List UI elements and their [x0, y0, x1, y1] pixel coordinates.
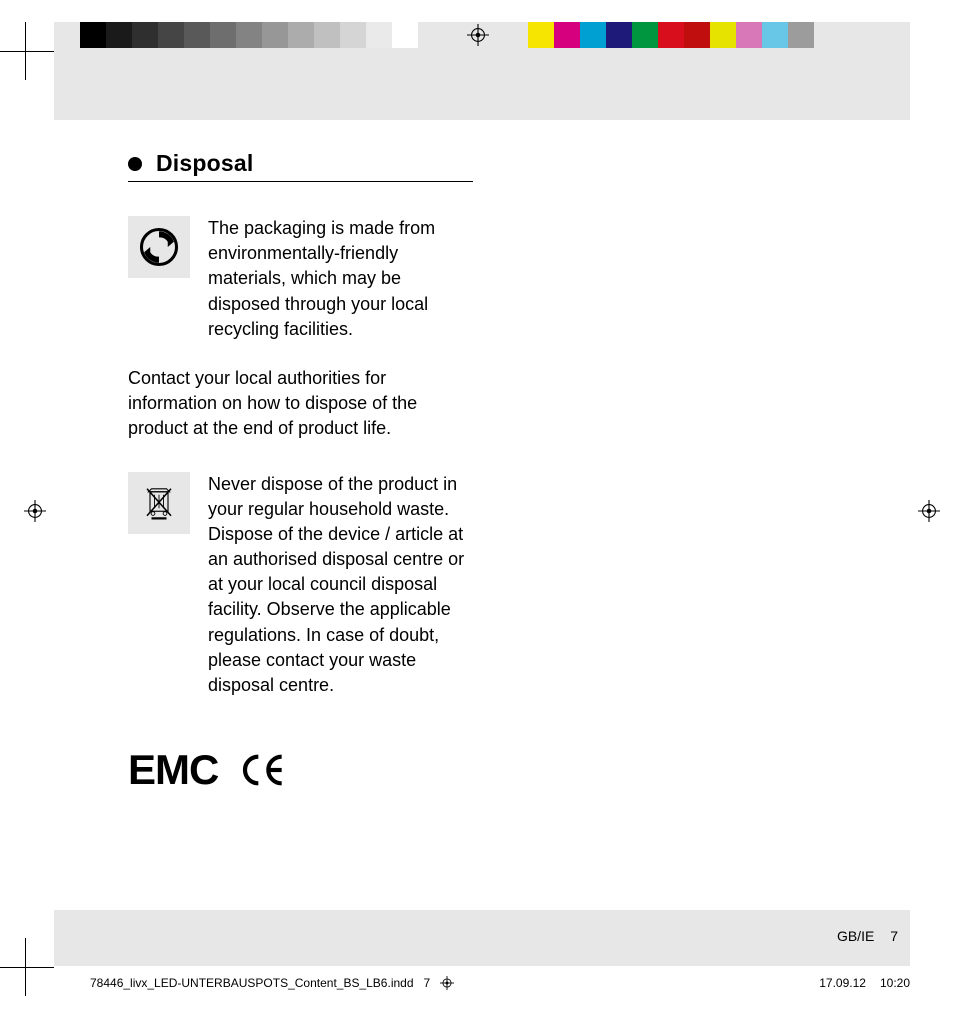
- color-swatch: [392, 22, 418, 48]
- color-swatch: [236, 22, 262, 48]
- locale-label: GB/IE: [837, 928, 874, 944]
- compliance-marks: EMC: [128, 746, 473, 794]
- color-swatch: [132, 22, 158, 48]
- page-number: 7: [890, 928, 898, 944]
- bullet-icon: [128, 157, 142, 171]
- color-swatch: [80, 22, 106, 48]
- color-swatch: [210, 22, 236, 48]
- color-swatch: [788, 22, 814, 48]
- registration-mark-icon: [440, 976, 454, 990]
- color-swatch: [184, 22, 210, 48]
- color-swatch: [762, 22, 788, 48]
- color-swatch: [632, 22, 658, 48]
- weee-bin-icon: [128, 472, 190, 534]
- color-swatch: [158, 22, 184, 48]
- registration-mark-icon: [918, 500, 940, 522]
- section-heading: Disposal: [128, 150, 473, 182]
- registration-mark-icon: [467, 24, 489, 46]
- color-swatch-bar-right: [528, 22, 814, 48]
- color-swatch: [262, 22, 288, 48]
- color-swatch: [710, 22, 736, 48]
- recycle-block: The packaging is made from environmental…: [128, 216, 473, 342]
- color-swatch: [314, 22, 340, 48]
- page-content: Disposal The packaging is made from envi…: [128, 150, 473, 794]
- crop-mark-icon: [0, 938, 54, 996]
- color-swatch: [554, 22, 580, 48]
- page-footer: GB/IE 7: [837, 928, 898, 944]
- emc-label: EMC: [128, 746, 218, 794]
- slug-time: 10:20: [880, 976, 910, 990]
- color-swatch: [106, 22, 132, 48]
- color-swatch: [606, 22, 632, 48]
- weee-block: Never dispose of the product in your reg…: [128, 472, 473, 699]
- recycle-icon: [128, 216, 190, 278]
- authorities-text: Contact your local authorities for infor…: [128, 366, 473, 442]
- slug-sheet: 7: [424, 976, 431, 990]
- ce-mark-icon: [240, 752, 290, 788]
- slug-filename: 78446_livx_LED-UNTERBAUSPOTS_Content_BS_…: [90, 976, 414, 990]
- color-swatch: [288, 22, 314, 48]
- crop-mark-icon: [0, 22, 54, 80]
- color-swatch: [340, 22, 366, 48]
- color-swatch: [658, 22, 684, 48]
- color-swatch: [580, 22, 606, 48]
- weee-text: Never dispose of the product in your reg…: [208, 472, 473, 699]
- color-swatch: [528, 22, 554, 48]
- color-swatch: [684, 22, 710, 48]
- color-swatch: [366, 22, 392, 48]
- color-swatch-bar-left: [80, 22, 418, 48]
- color-swatch: [736, 22, 762, 48]
- slug-date: 17.09.12: [819, 976, 866, 990]
- registration-mark-icon: [24, 500, 46, 522]
- section-title: Disposal: [156, 150, 253, 177]
- slug-line: 78446_livx_LED-UNTERBAUSPOTS_Content_BS_…: [90, 976, 910, 990]
- footer-band: [54, 910, 910, 966]
- recycle-text: The packaging is made from environmental…: [208, 216, 473, 342]
